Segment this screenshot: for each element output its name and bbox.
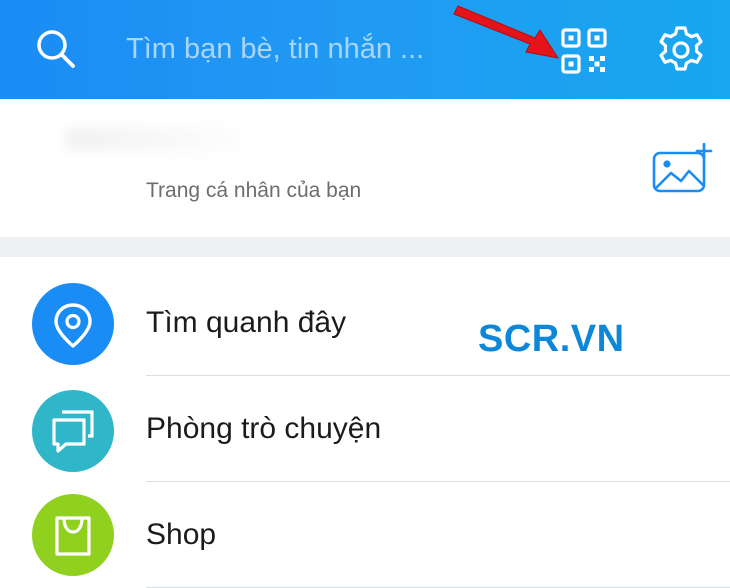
profile-section[interactable]: Trang cá nhân của bạn xyxy=(0,99,730,237)
qr-code-icon[interactable] xyxy=(560,27,608,75)
gear-icon[interactable] xyxy=(655,24,707,76)
menu-item-label: Phòng trò chuyện xyxy=(146,412,382,445)
menu-item-shop[interactable]: Shop xyxy=(0,482,730,588)
menu-item-label: Tìm quanh đây xyxy=(146,306,347,339)
menu-item-label: Shop xyxy=(146,518,217,551)
chat-bubbles-icon xyxy=(32,390,114,472)
add-photo-icon[interactable] xyxy=(651,143,713,195)
profile-name-blurred xyxy=(64,127,244,151)
section-divider xyxy=(0,237,730,257)
location-pin-icon xyxy=(32,283,114,365)
menu-item-chat-rooms[interactable]: Phòng trò chuyện xyxy=(0,376,730,482)
search-input[interactable]: Tìm bạn bè, tin nhắn ... xyxy=(126,33,424,66)
top-bar: Tìm bạn bè, tin nhắn ... xyxy=(0,0,730,99)
red-arrow-annotation xyxy=(453,5,560,59)
profile-subtitle: Trang cá nhân của bạn xyxy=(146,179,362,202)
shopping-bag-icon xyxy=(32,494,114,576)
watermark-text: SCR.VN xyxy=(478,318,625,360)
search-icon[interactable] xyxy=(34,27,78,71)
